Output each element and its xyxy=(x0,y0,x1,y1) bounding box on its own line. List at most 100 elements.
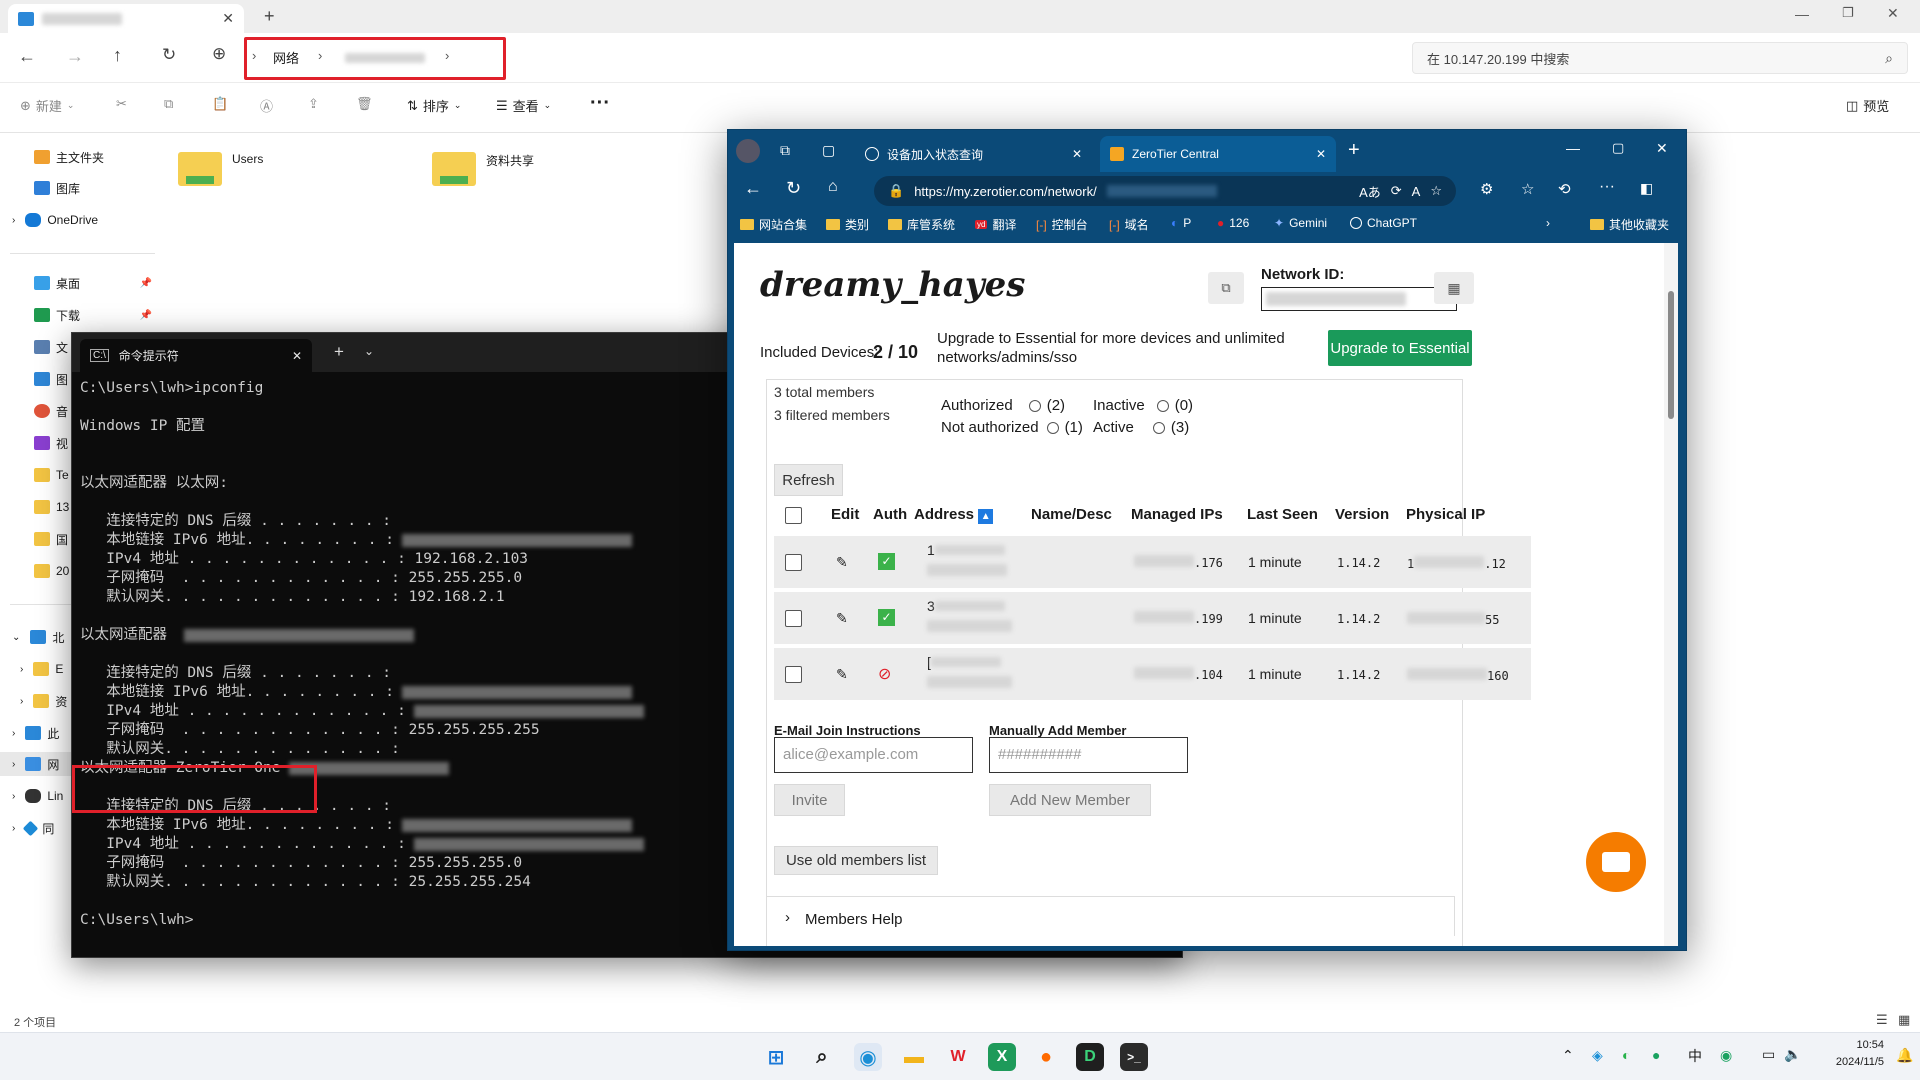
close-window-icon[interactable]: ✕ xyxy=(1887,5,1899,22)
new-tab-button[interactable]: + xyxy=(264,6,275,27)
row-checkbox[interactable] xyxy=(785,554,802,571)
details-view-icon[interactable]: ☰ xyxy=(1876,1012,1888,1028)
tray-app-icon[interactable]: ◈ xyxy=(1592,1047,1603,1064)
filter-authorized[interactable]: Authorized (2) xyxy=(941,397,1065,414)
members-help-section[interactable]: › Members Help xyxy=(766,896,1455,936)
unauthorized-icon[interactable]: ⊘ xyxy=(878,664,891,684)
bookmark-item[interactable]: [-] 域名 xyxy=(1109,216,1149,233)
back-icon[interactable]: ← xyxy=(18,46,36,67)
bookmark-item[interactable]: 网站合集 xyxy=(740,216,807,233)
restore-icon[interactable]: ❐ xyxy=(1842,5,1854,21)
folder-item[interactable]: 资料共享 xyxy=(432,146,534,186)
tab-zerotier-central[interactable]: ZeroTier Central ✕ xyxy=(1100,136,1336,172)
breadcrumb-network[interactable]: 网络 xyxy=(273,48,299,67)
favorite-star-icon[interactable]: ☆ xyxy=(1430,183,1442,199)
explorer-tab[interactable]: ✕ xyxy=(8,4,244,33)
tab-device-status[interactable]: 设备加入状态查询 ✕ xyxy=(855,136,1092,172)
refresh-icon[interactable]: ↻ xyxy=(786,178,801,199)
edit-icon[interactable]: ✎ xyxy=(836,666,848,683)
bookmark-item[interactable]: yd 翻译 xyxy=(975,216,1016,233)
add-member-button[interactable]: Add New Member xyxy=(989,784,1151,816)
url-input[interactable]: 🔒 https://my.zerotier.com/network/ Aあ ⟳ … xyxy=(874,176,1456,206)
pycharm-icon[interactable]: D xyxy=(1076,1043,1104,1071)
row-checkbox[interactable] xyxy=(785,610,802,627)
upgrade-button[interactable]: Upgrade to Essential xyxy=(1328,330,1472,366)
read-aloud-icon[interactable]: Aあ xyxy=(1359,182,1381,201)
paste-icon[interactable]: 📋 xyxy=(212,96,228,112)
rename-icon[interactable]: Ⓐ xyxy=(260,96,273,115)
filter-not-authorized[interactable]: Not authorized (1) xyxy=(941,419,1083,436)
member-id-input[interactable]: ########## xyxy=(989,737,1188,773)
filter-inactive[interactable]: Inactive (0) xyxy=(1093,397,1193,414)
show-hidden-icons[interactable]: ⌃ xyxy=(1562,1047,1574,1064)
copy-id-icon[interactable]: ⧉ xyxy=(1208,272,1244,304)
minimize-icon[interactable]: — xyxy=(1566,140,1580,156)
other-favorites[interactable]: 其他收藏夹 xyxy=(1590,216,1669,233)
search-icon[interactable]: ⌕ xyxy=(808,1043,836,1071)
sidebar-item-onedrive[interactable]: › OneDrive xyxy=(0,208,160,232)
delete-icon[interactable]: 🗑 xyxy=(356,96,373,112)
tiles-view-icon[interactable]: ▦ xyxy=(1898,1012,1910,1028)
cmd-tab[interactable]: C:\ 命令提示符 ✕ xyxy=(80,339,312,372)
wechat-icon[interactable]: ● xyxy=(1652,1047,1660,1063)
dropdown-icon[interactable]: ⌄ xyxy=(364,344,374,358)
bookmark-item[interactable]: ChatGPT xyxy=(1350,216,1417,230)
volume-icon[interactable]: 🔈 xyxy=(1784,1046,1801,1063)
extensions-icon[interactable]: ⚙ xyxy=(1480,180,1493,198)
view-button[interactable]: ☰ 查看 ⌄ xyxy=(496,96,551,115)
network-id-field[interactable] xyxy=(1261,287,1457,311)
new-tab-icon[interactable]: + xyxy=(334,342,344,362)
file-explorer-icon[interactable]: ▬ xyxy=(900,1043,928,1071)
tray-app-icon[interactable]: ◐ xyxy=(1622,1047,1630,1063)
search-input[interactable]: 在 10.147.20.199 中搜索 ⌕ xyxy=(1412,42,1908,74)
home-icon[interactable]: ⌂ xyxy=(828,178,838,196)
maximize-icon[interactable]: ▢ xyxy=(1612,140,1624,156)
copy-icon[interactable]: ⧉ xyxy=(164,96,173,112)
history-icon[interactable]: ⟲ xyxy=(1558,180,1571,198)
sidebar-toggle-icon[interactable]: ◧ xyxy=(1640,180,1653,197)
new-tab-icon[interactable]: + xyxy=(1348,139,1360,162)
refresh-icon[interactable]: ↻ xyxy=(162,45,176,65)
tab-actions-icon[interactable]: ▢ xyxy=(822,142,835,159)
bookmark-item[interactable]: 库管系统 xyxy=(888,216,955,233)
email-input[interactable]: alice@example.com xyxy=(774,737,973,773)
bookmark-item[interactable]: 类别 xyxy=(826,216,869,233)
translate-icon[interactable]: ⟳ xyxy=(1391,183,1402,199)
bookmark-item[interactable]: [-] 控制台 xyxy=(1036,216,1088,233)
close-tab-icon[interactable]: ✕ xyxy=(1316,147,1326,161)
back-icon[interactable]: ← xyxy=(744,178,762,199)
close-tab-icon[interactable]: ✕ xyxy=(292,349,302,363)
page-scrollbar[interactable] xyxy=(1664,243,1678,946)
close-tab-icon[interactable]: ✕ xyxy=(1072,147,1082,161)
filter-active[interactable]: Active (3) xyxy=(1093,419,1189,436)
notification-bell-icon[interactable]: 🔔 xyxy=(1896,1047,1913,1064)
up-icon[interactable]: ↑ xyxy=(113,45,122,66)
close-tab-icon[interactable]: ✕ xyxy=(222,10,234,27)
sidebar-item-home[interactable]: 主文件夹 xyxy=(0,145,160,169)
close-window-icon[interactable]: ✕ xyxy=(1656,140,1668,157)
column-header-address[interactable]: Address ▲ xyxy=(914,506,994,524)
start-icon[interactable]: ⊞ xyxy=(762,1043,790,1071)
forward-icon[interactable]: → xyxy=(66,46,84,67)
text-size-icon[interactable]: A xyxy=(1412,184,1421,199)
more-options-button[interactable]: ··· xyxy=(590,92,610,115)
firefox-icon[interactable]: ● xyxy=(1032,1043,1060,1071)
auth-checkbox-checked[interactable]: ✓ xyxy=(878,553,895,570)
workspaces-icon[interactable]: ⧉ xyxy=(780,142,790,159)
breadcrumb-host-redacted[interactable] xyxy=(345,53,425,63)
member-row[interactable]: ✎ ⊘ [ .104 1 minute 1.14.2 160 xyxy=(774,648,1531,700)
chat-support-button[interactable] xyxy=(1586,832,1646,892)
cut-icon[interactable]: ✂ xyxy=(116,96,127,112)
bookmarks-overflow-icon[interactable]: › xyxy=(1546,216,1550,230)
share-icon[interactable]: ⇪ xyxy=(308,96,319,112)
edit-icon[interactable]: ✎ xyxy=(836,610,848,627)
row-checkbox[interactable] xyxy=(785,666,802,683)
bookmark-item[interactable]: ● 126 xyxy=(1217,216,1249,230)
select-all-checkbox[interactable] xyxy=(785,507,802,524)
scrollbar-thumb[interactable] xyxy=(1668,291,1674,419)
bookmark-item[interactable]: ◐ P xyxy=(1171,216,1191,230)
invite-button[interactable]: Invite xyxy=(774,784,845,816)
network-status-icon[interactable]: ▭ xyxy=(1762,1046,1775,1063)
sidebar-item-desktop[interactable]: 桌面 📌 xyxy=(0,271,160,295)
refresh-button[interactable]: Refresh xyxy=(774,464,843,496)
